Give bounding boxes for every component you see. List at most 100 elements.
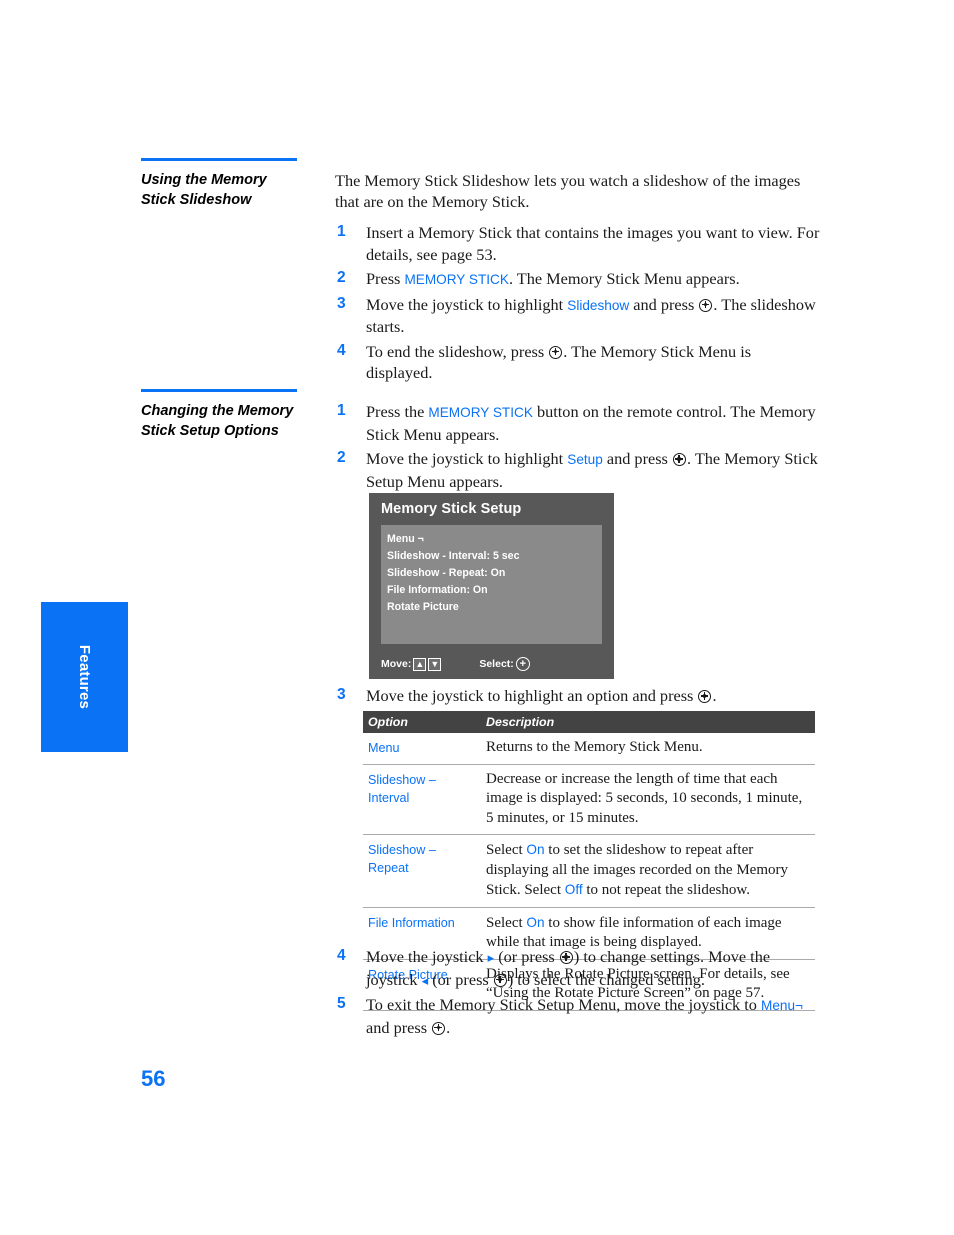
table-header-row: Option Description	[363, 711, 815, 733]
inline-ui-term: MEMORY STICK	[404, 272, 509, 287]
heading-rule	[141, 389, 297, 392]
heading-rule	[141, 158, 297, 161]
section-body-setup: 1 Press the MEMORY STICK button on the re…	[335, 401, 820, 495]
section-title: Changing the Memory Stick Setup Options	[141, 403, 294, 439]
joystick-press-icon	[549, 345, 563, 359]
select-hint-label: Select:	[479, 658, 514, 670]
step-number: 1	[337, 402, 346, 419]
section-body-step3: 3 Move the joystick to highlight an optio…	[335, 685, 820, 710]
steps-list-step3: 3 Move the joystick to highlight an optio…	[335, 685, 820, 707]
inline-text: .	[712, 686, 717, 705]
option-name-cell: Menu	[363, 733, 481, 765]
section-heading-slideshow: Using the Memory Stick Slideshow	[141, 158, 299, 210]
step-number: 3	[337, 294, 346, 312]
step-number: 3	[337, 686, 346, 703]
joystick-press-icon	[699, 298, 713, 312]
inline-text: and press	[366, 1017, 432, 1037]
inline-text: To exit the Memory Stick Setup Menu, mov…	[366, 995, 761, 1014]
inline-text: Press	[366, 269, 405, 288]
inline-ui-term: Slideshow	[567, 297, 630, 313]
option-name-cell: Slideshow – Interval	[363, 764, 481, 835]
joystick-press-icon	[559, 951, 573, 964]
inline-text: .	[446, 1017, 451, 1037]
memory-stick-setup-osd: Memory Stick Setup Menu ¬ Slideshow - In…	[369, 493, 614, 679]
inline-ui-term: On	[526, 842, 545, 857]
section-body-slideshow: The Memory Stick Slideshow lets you watc…	[335, 170, 820, 387]
step-item: 3 Move the joystick to highlight an optio…	[335, 685, 820, 707]
step-number: 2	[337, 449, 346, 466]
move-hint-label: Move:	[381, 658, 412, 670]
steps-list-final: 4 Move the joystick ▸ (or press ) to chan…	[335, 946, 820, 1038]
step-number: 4	[337, 341, 346, 359]
select-plus-icon: +	[515, 657, 530, 671]
inline-text: Press the	[366, 402, 429, 421]
steps-list-setup: 1 Press the MEMORY STICK button on the re…	[335, 401, 820, 492]
step-item: 5 To exit the Memory Stick Setup Menu, mo…	[335, 994, 820, 1038]
column-header-option: Option	[363, 711, 481, 733]
osd-title: Memory Stick Setup	[381, 501, 522, 517]
inline-text: (or press	[494, 947, 559, 966]
arrow-down-icon: ▼	[428, 657, 442, 671]
features-side-tab: Features	[41, 602, 128, 752]
step-number: 5	[337, 995, 346, 1012]
inline-text: Returns to the Memory Stick Menu.	[486, 739, 703, 755]
section-title: Using the Memory Stick Slideshow	[141, 172, 267, 208]
osd-item[interactable]: Slideshow - Repeat: On	[387, 565, 602, 582]
option-description-cell: Decrease or increase the length of time …	[481, 764, 815, 835]
step-item: 4 To end the slideshow, press . The Memor…	[335, 341, 820, 384]
osd-footer-hints: Move: ▲ ▼ Select: +	[381, 657, 602, 671]
inline-text: ) to select the changed setting.	[507, 969, 705, 989]
joystick-press-icon	[432, 1021, 446, 1035]
osd-item[interactable]: Slideshow - Interval: 5 sec	[387, 548, 602, 565]
step-item: 1 Insert a Memory Stick that contains the…	[335, 222, 820, 265]
table-row: Slideshow – Interval Decrease or increase…	[363, 764, 815, 835]
joystick-press-icon	[698, 690, 712, 703]
inline-text: . The Memory Stick Menu appears.	[508, 269, 740, 288]
inline-text: and press	[629, 294, 699, 314]
inline-ui-term: Setup	[567, 452, 603, 467]
side-tab-label: Features	[76, 644, 93, 710]
inline-text: Decrease or increase the length of time …	[486, 770, 803, 826]
inline-text: Move the joystick to highlight	[366, 449, 568, 468]
step-number: 2	[337, 269, 346, 286]
step-number: 1	[337, 223, 346, 240]
inline-text: Move the joystick to highlight	[366, 294, 568, 314]
inline-text: (or press	[428, 969, 493, 989]
option-description-cell: Select On to set the slideshow to repeat…	[481, 834, 815, 908]
osd-item[interactable]: File Information: On	[387, 582, 602, 599]
page-number: 56	[141, 1066, 166, 1091]
osd-item[interactable]: Menu ¬	[387, 531, 602, 548]
column-header-description: Description	[481, 711, 815, 733]
inline-text: Select	[486, 842, 527, 858]
osd-item-list: Menu ¬ Slideshow - Interval: 5 sec Slide…	[381, 525, 602, 644]
inline-text: Move the joystick	[366, 947, 488, 966]
section-body-final-steps: 4 Move the joystick ▸ (or press ) to chan…	[335, 946, 820, 1041]
joystick-press-icon	[672, 453, 686, 466]
step-number: 4	[337, 947, 346, 964]
step-item: 4 Move the joystick ▸ (or press ) to chan…	[335, 946, 820, 991]
inline-text: to not repeat the slideshow.	[582, 882, 750, 898]
intro-paragraph: The Memory Stick Slideshow lets you watc…	[335, 171, 801, 211]
section-heading-setup: Changing the Memory Stick Setup Options	[141, 389, 299, 441]
inline-ui-term: Menu¬	[761, 998, 803, 1013]
table-row: Slideshow – Repeat Select On to set the s…	[363, 834, 815, 908]
inline-ui-term: Off	[564, 882, 583, 897]
inline-text: and press	[602, 449, 672, 468]
step-item: 1 Press the MEMORY STICK button on the re…	[335, 401, 820, 445]
arrow-up-icon: ▲	[413, 657, 427, 671]
step-item: 2 Press MEMORY STICK. The Memory Stick Me…	[335, 268, 820, 291]
inline-ui-term: On	[526, 914, 545, 930]
option-description-cell: Returns to the Memory Stick Menu.	[481, 733, 815, 765]
inline-ui-term: MEMORY STICK	[428, 405, 533, 420]
table-row: Menu Returns to the Memory Stick Menu.	[363, 733, 815, 765]
step-item: 2 Move the joystick to highlight Setup an…	[335, 448, 820, 492]
inline-text: Move the joystick to highlight an option…	[366, 686, 698, 705]
inline-text: To end the slideshow, press	[366, 341, 549, 361]
joystick-press-icon	[493, 973, 507, 987]
inline-text: Select	[486, 914, 527, 931]
inline-text: Insert a Memory Stick that contains the …	[366, 223, 820, 264]
option-name-cell: Slideshow – Repeat	[363, 834, 481, 908]
osd-item[interactable]: Rotate Picture	[387, 599, 602, 616]
steps-list-slideshow: 1 Insert a Memory Stick that contains the…	[335, 222, 820, 384]
step-item: 3 Move the joystick to highlight Slidesho…	[335, 294, 820, 338]
